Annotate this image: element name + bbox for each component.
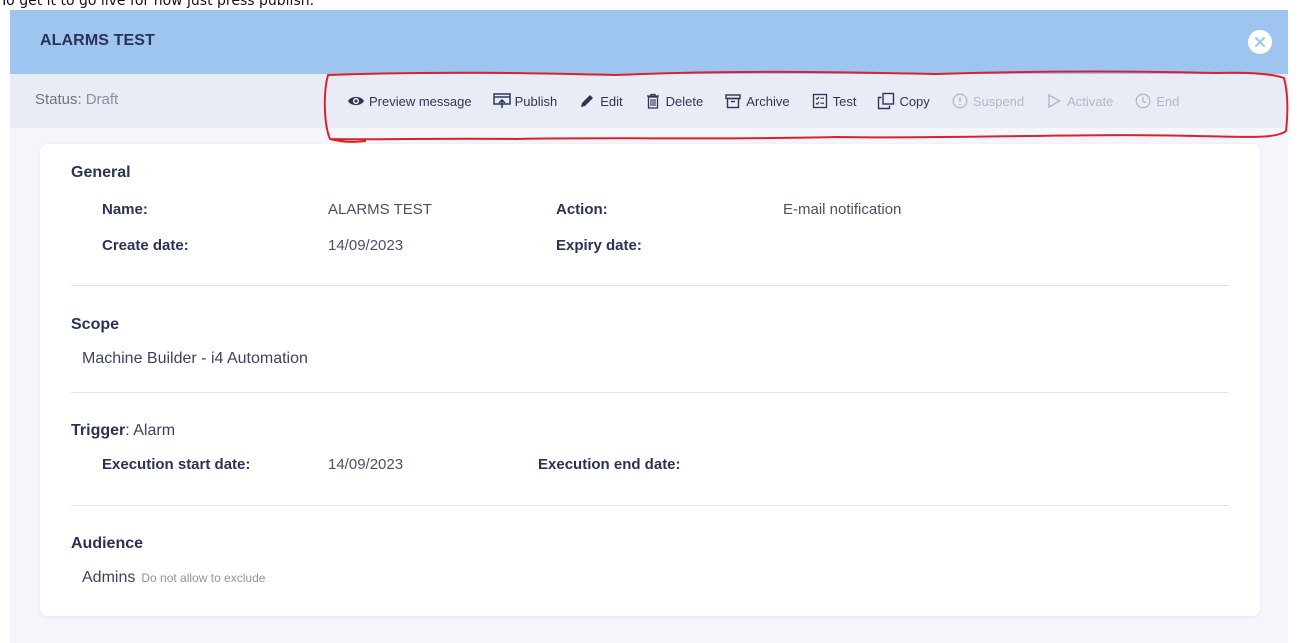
trigger-label: Trigger <box>71 422 126 439</box>
execution-start-label: Execution start date: <box>102 456 251 473</box>
general-title: General <box>71 164 131 181</box>
create-date-label: Create date: <box>102 237 189 254</box>
archive-button[interactable]: Archive <box>723 92 790 110</box>
archive-icon <box>723 92 743 110</box>
publish-button[interactable]: Publish <box>492 92 558 110</box>
dialog-header: ALARMS TEST <box>10 10 1288 74</box>
execution-start-value: 14/09/2023 <box>328 456 404 473</box>
name-label: Name: <box>102 201 148 218</box>
trigger-title: Trigger: Alarm <box>71 422 175 440</box>
audience-value: Admins Do not allow to exclude <box>82 569 265 587</box>
expiry-date-label: Expiry date: <box>556 237 642 254</box>
close-button[interactable] <box>1248 30 1272 54</box>
clock-icon <box>1133 92 1153 110</box>
activate-button[interactable]: Activate <box>1044 92 1113 110</box>
delete-button[interactable]: Delete <box>643 92 704 110</box>
end-button[interactable]: End <box>1133 92 1180 110</box>
general-section: General <box>71 164 131 182</box>
trigger-section: Trigger: Alarm <box>71 422 175 440</box>
action-label: Action: <box>556 201 608 218</box>
scope-title: Scope <box>71 316 120 333</box>
archive-label: Archive <box>746 93 790 109</box>
status-label: Status: <box>35 91 82 108</box>
edit-label: Edit <box>600 93 623 109</box>
suspend-button[interactable]: Suspend <box>950 92 1024 110</box>
divider <box>71 392 1229 393</box>
eye-icon <box>346 92 366 110</box>
edit-button[interactable]: Edit <box>577 92 623 110</box>
scope-section: Scope <box>71 316 119 334</box>
caption-text: To get it to go live for now just press … <box>0 0 315 9</box>
audience-title: Audience <box>71 535 144 552</box>
toolbar: Preview message Publish Edit Delete Arch… <box>346 74 1180 128</box>
create-date-value: 14/09/2023 <box>328 237 404 254</box>
dialog: ALARMS TEST Status: Draft Preview message… <box>10 10 1289 643</box>
audience-note: Do not allow to exclude <box>141 571 266 585</box>
name-value: ALARMS TEST <box>328 201 432 218</box>
checklist-icon <box>810 92 830 110</box>
preview-message-label: Preview message <box>369 93 472 109</box>
status-bar: Status: Draft Preview message Publish Edi… <box>10 74 1288 128</box>
status-value: Draft <box>85 91 119 108</box>
status: Status: Draft <box>35 91 118 108</box>
play-icon <box>1044 92 1064 110</box>
audience-name: Admins <box>82 569 136 586</box>
suspend-label: Suspend <box>972 93 1025 109</box>
copy-button[interactable]: Copy <box>876 92 930 110</box>
pencil-icon <box>577 92 597 110</box>
trigger-type: : Alarm <box>125 422 176 439</box>
test-label: Test <box>832 93 857 109</box>
action-value: E-mail notification <box>783 201 902 218</box>
publish-label: Publish <box>514 93 558 109</box>
divider <box>71 505 1229 506</box>
dialog-title: ALARMS TEST <box>40 32 155 49</box>
publish-icon <box>492 92 512 110</box>
activate-label: Activate <box>1067 93 1114 109</box>
end-label: End <box>1156 93 1180 109</box>
trash-icon <box>643 92 663 110</box>
copy-icon <box>876 92 896 110</box>
test-button[interactable]: Test <box>810 92 857 110</box>
audience-section: Audience <box>71 535 143 553</box>
preview-message-button[interactable]: Preview message <box>346 92 472 110</box>
details-card: General Name: ALARMS TEST Action: E-mail… <box>40 144 1260 616</box>
delete-label: Delete <box>665 93 704 109</box>
divider <box>71 285 1229 286</box>
execution-end-label: Execution end date: <box>538 456 681 473</box>
close-icon <box>1255 37 1265 47</box>
copy-label: Copy <box>899 93 930 109</box>
scope-value: Machine Builder - i4 Automation <box>82 350 308 367</box>
alert-circle-icon <box>950 92 970 110</box>
